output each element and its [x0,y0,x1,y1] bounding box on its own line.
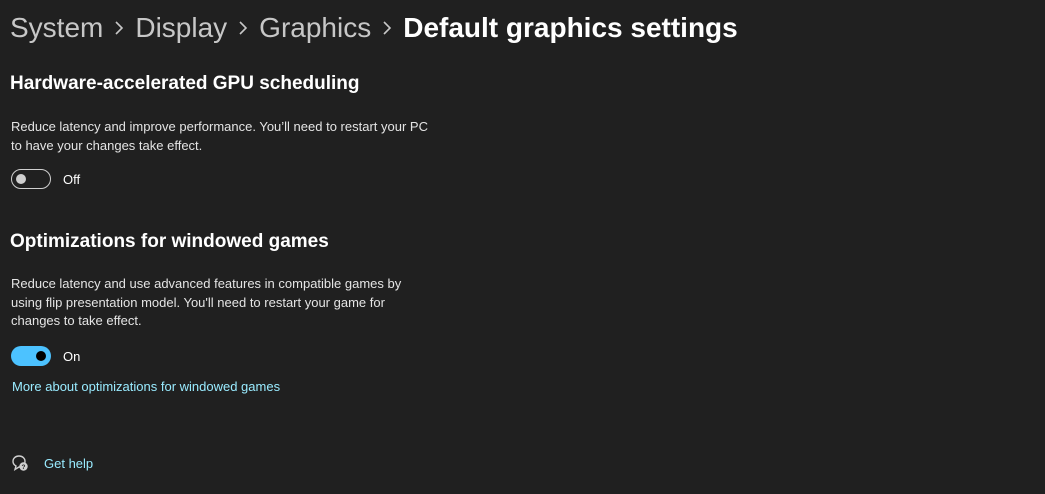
windowed-games-title: Optimizations for windowed games [10,231,329,252]
toggle-knob [16,174,26,184]
description-line: Reduce latency and use advanced features… [11,276,402,291]
breadcrumb-display[interactable]: Display [135,10,227,46]
windowed-games-toggle[interactable] [11,346,51,366]
breadcrumb: System Display Graphics Default graphics… [10,10,738,46]
gpu-scheduling-title: Hardware-accelerated GPU scheduling [10,73,360,94]
default-graphics-settings-page: System Display Graphics Default graphics… [0,0,1045,494]
description-line: to have your changes take effect. [11,137,203,153]
windowed-games-toggle-row: On [11,346,80,366]
description-line: changes to take effect. [11,313,142,328]
chevron-right-icon [103,10,135,46]
help-chat-icon: ? [10,453,30,473]
description-line: Reduce latency and improve performance. … [11,119,428,134]
toggle-knob [36,351,46,361]
page-title: Default graphics settings [403,12,738,43]
breadcrumb-graphics[interactable]: Graphics [259,10,371,46]
get-help-row[interactable]: ? Get help [10,453,93,473]
svg-text:?: ? [22,464,26,471]
windowed-games-learn-more-link[interactable]: More about optimizations for windowed ga… [12,378,280,396]
gpu-scheduling-toggle-row: Off [11,169,80,189]
windowed-games-description: Reduce latency and use advanced features… [11,275,471,331]
gpu-scheduling-description: Reduce latency and improve performance. … [11,118,471,155]
gpu-scheduling-toggle-label: Off [63,171,81,187]
description-line: using flip presentation model. You'll ne… [11,294,385,310]
chevron-right-icon [371,10,403,46]
windowed-games-toggle-label: On [63,348,81,364]
chevron-right-icon [227,10,259,46]
gpu-scheduling-toggle[interactable] [11,169,51,189]
get-help-link[interactable]: Get help [44,456,93,471]
breadcrumb-system[interactable]: System [10,10,103,46]
